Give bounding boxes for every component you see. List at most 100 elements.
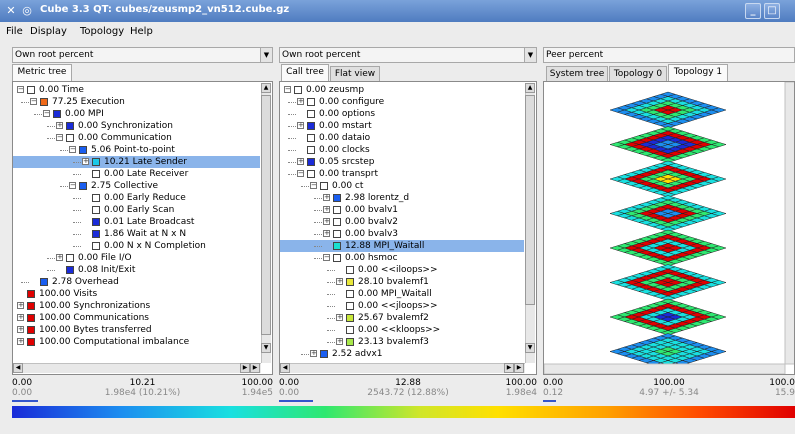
metric-tree-row[interactable]: +100.00 Computational imbalance: [13, 336, 260, 348]
expand-icon[interactable]: +: [310, 350, 317, 357]
horizontal-scrollbar[interactable]: ◀ ▶ ▶: [280, 363, 525, 373]
collapse-icon[interactable]: −: [69, 182, 76, 189]
metric-tree-row[interactable]: +10.21 Late Sender: [13, 156, 260, 168]
metric-tree-row[interactable]: 0.00 Early Reduce: [13, 192, 260, 204]
call-tree-row[interactable]: +0.00 configure: [280, 96, 524, 108]
metric-tree-row[interactable]: 1.86 Wait at N x N: [13, 228, 260, 240]
metric-tree-row[interactable]: 100.00 Visits: [13, 288, 260, 300]
collapse-icon[interactable]: −: [310, 182, 317, 189]
horizontal-scrollbar[interactable]: [544, 363, 786, 374]
call-tree-row[interactable]: 0.00 options: [280, 108, 524, 120]
call-tree-row[interactable]: +0.05 srcstep: [280, 156, 524, 168]
scroll-up-icon[interactable]: ▲: [525, 83, 535, 93]
metric-tree-row[interactable]: − 77.25 Execution: [13, 96, 260, 108]
call-tree-row[interactable]: +23.13 bvalemf3: [280, 336, 524, 348]
call-tree-row[interactable]: 0.00 MPI_Waitall: [280, 288, 524, 300]
call-tree-row[interactable]: +2.52 advx1: [280, 348, 524, 360]
call-tree-row[interactable]: +28.10 bvalemf1: [280, 276, 524, 288]
metric-value-mode-select[interactable]: Own root percent ▼: [12, 47, 273, 63]
call-tree-row[interactable]: +0.00 bvalv3: [280, 228, 524, 240]
expand-icon[interactable]: +: [297, 158, 304, 165]
expand-icon[interactable]: +: [336, 314, 343, 321]
call-tree-row[interactable]: 0.00 <<jloops>>: [280, 300, 524, 312]
call-tree-row[interactable]: − 0.00 zeusmp: [280, 84, 524, 96]
call-tree-row[interactable]: − 0.00 ct: [280, 180, 524, 192]
collapse-icon[interactable]: −: [69, 146, 76, 153]
call-tree-row[interactable]: +0.00 bvalv1: [280, 204, 524, 216]
scroll-down-icon[interactable]: ▼: [261, 343, 271, 353]
tab-topology-1[interactable]: Topology 1: [668, 64, 728, 82]
menu-topology[interactable]: Topology: [80, 26, 124, 37]
topology-plane[interactable]: [609, 195, 727, 232]
menu-file[interactable]: File: [6, 26, 23, 37]
call-tree-row[interactable]: − 0.00 hsmoc: [280, 252, 524, 264]
scroll-left-icon[interactable]: ◀: [13, 363, 23, 373]
topology-plane[interactable]: [609, 126, 727, 163]
collapse-icon[interactable]: −: [297, 170, 304, 177]
collapse-icon[interactable]: −: [17, 86, 24, 93]
call-value-mode-select[interactable]: Own root percent ▼: [279, 47, 537, 63]
expand-icon[interactable]: +: [336, 338, 343, 345]
expand-icon[interactable]: +: [17, 338, 24, 345]
expand-icon[interactable]: +: [323, 218, 330, 225]
metric-tree-row[interactable]: 0.00 N x N Completion: [13, 240, 260, 252]
metric-tree-row[interactable]: − 0.00 MPI: [13, 108, 260, 120]
topology-plane[interactable]: [609, 264, 727, 301]
metric-tree-row[interactable]: 0.08 Init/Exit: [13, 264, 260, 276]
expand-icon[interactable]: +: [336, 278, 343, 285]
metric-tree-row[interactable]: 0.00 Early Scan: [13, 204, 260, 216]
menu-display[interactable]: Display: [30, 26, 67, 37]
metric-tree-row[interactable]: − 0.00 Communication: [13, 132, 260, 144]
call-tree-row[interactable]: +25.67 bvalemf2: [280, 312, 524, 324]
minimize-button[interactable]: _: [745, 3, 761, 19]
topology-plane[interactable]: [609, 229, 727, 267]
metric-tree-row[interactable]: +100.00 Synchronizations: [13, 300, 260, 312]
collapse-icon[interactable]: −: [30, 98, 37, 105]
call-tree-row[interactable]: +0.00 mstart: [280, 120, 524, 132]
collapse-icon[interactable]: −: [284, 86, 291, 93]
tab-call-tree[interactable]: Call tree: [281, 64, 329, 82]
metric-tree-row[interactable]: 0.01 Late Broadcast: [13, 216, 260, 228]
expand-icon[interactable]: +: [323, 230, 330, 237]
scroll-right-icon[interactable]: ▶: [240, 363, 250, 373]
expand-icon[interactable]: +: [17, 314, 24, 321]
tab-flat-view[interactable]: Flat view: [330, 66, 380, 82]
scroll-right-icon[interactable]: ▶: [250, 363, 260, 373]
tab-system-tree[interactable]: System tree: [546, 66, 608, 82]
call-tree-row[interactable]: 0.00 clocks: [280, 144, 524, 156]
tab-metric-tree[interactable]: Metric tree: [12, 64, 72, 82]
expand-icon[interactable]: +: [82, 158, 89, 165]
call-tree-row[interactable]: 0.00 <<kloops>>: [280, 324, 524, 336]
scroll-thumb[interactable]: [525, 95, 535, 305]
collapse-icon[interactable]: −: [56, 134, 63, 141]
call-tree-row[interactable]: +0.00 bvalv2: [280, 216, 524, 228]
horizontal-scrollbar[interactable]: ◀ ▶ ▶: [13, 363, 261, 373]
metric-tree-row[interactable]: 2.78 Overhead: [13, 276, 260, 288]
metric-tree-row[interactable]: − 2.75 Collective: [13, 180, 260, 192]
metric-tree-row[interactable]: +100.00 Bytes transferred: [13, 324, 260, 336]
expand-icon[interactable]: +: [56, 122, 63, 129]
call-tree-row[interactable]: − 0.00 transprt: [280, 168, 524, 180]
expand-icon[interactable]: +: [297, 122, 304, 129]
topology-plane[interactable]: [609, 160, 727, 198]
call-tree-row[interactable]: 0.00 <<iloops>>: [280, 264, 524, 276]
vertical-scrollbar[interactable]: [784, 82, 795, 365]
expand-icon[interactable]: +: [56, 254, 63, 261]
metric-tree-row[interactable]: 0.00 Late Receiver: [13, 168, 260, 180]
scroll-thumb[interactable]: [261, 95, 271, 335]
metric-tree-row[interactable]: − 0.00 Time: [13, 84, 260, 96]
tab-topology-0[interactable]: Topology 0: [609, 66, 667, 82]
scroll-right-icon[interactable]: ▶: [504, 363, 514, 373]
metric-tree-row[interactable]: − 5.06 Point-to-point: [13, 144, 260, 156]
expand-icon[interactable]: +: [323, 194, 330, 201]
call-tree-row[interactable]: 0.00 dataio: [280, 132, 524, 144]
collapse-icon[interactable]: −: [43, 110, 50, 117]
scroll-right-icon[interactable]: ▶: [514, 363, 524, 373]
metric-tree-row[interactable]: +0.00 File I/O: [13, 252, 260, 264]
call-tree-row[interactable]: +2.98 lorentz_d: [280, 192, 524, 204]
metric-tree-row[interactable]: +100.00 Communications: [13, 312, 260, 324]
vertical-scrollbar[interactable]: ▲ ▼: [525, 83, 535, 363]
scroll-up-icon[interactable]: ▲: [261, 83, 271, 93]
vertical-scrollbar[interactable]: ▲ ▼: [261, 83, 271, 363]
call-tree-row[interactable]: 12.88 MPI_Waitall: [280, 240, 524, 252]
